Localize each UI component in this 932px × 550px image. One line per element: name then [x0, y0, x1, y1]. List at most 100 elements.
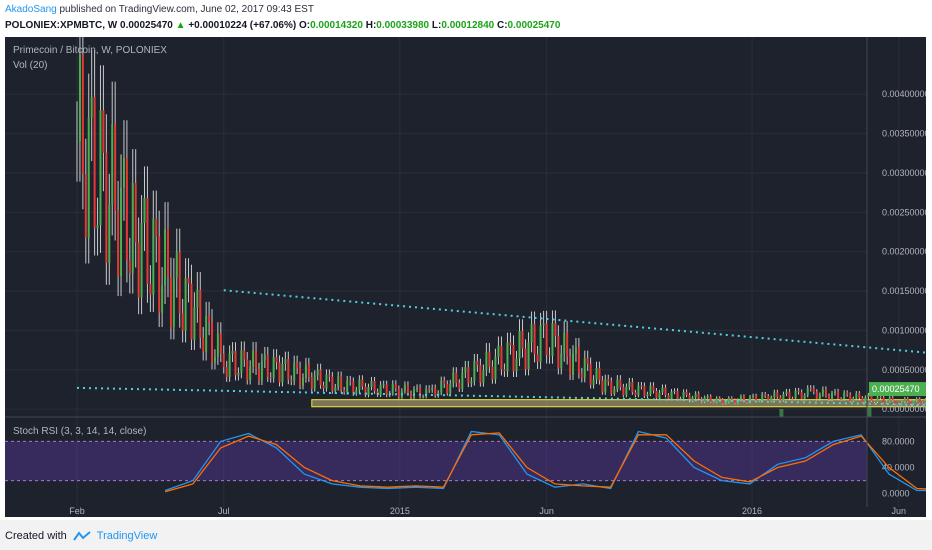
- candle-body: [263, 355, 266, 361]
- volume-bar: [867, 407, 872, 417]
- candle-body: [542, 323, 545, 326]
- chart-area[interactable]: 80.0000 40.0000 0.0000 0.00400000 0.0035000…: [5, 1, 932, 517]
- candle-body: [213, 357, 216, 363]
- y-tick-label: 0.00200000: [882, 247, 926, 257]
- candle-body: [293, 362, 296, 381]
- candle-body: [837, 391, 840, 399]
- candle-body: [152, 219, 155, 295]
- candle-body: [334, 387, 337, 392]
- candle-body: [574, 347, 577, 354]
- candle-body: [721, 399, 724, 404]
- price-value: 0.00025470: [120, 20, 173, 31]
- candle-body: [137, 242, 140, 298]
- candle-body: [557, 336, 560, 369]
- candle-body: [858, 393, 861, 398]
- candle-body: [512, 345, 515, 372]
- tradingview-brand[interactable]: TradingView: [97, 530, 158, 542]
- candle-body: [655, 390, 658, 399]
- candle-body: [196, 289, 199, 308]
- candle-body: [888, 397, 891, 402]
- candle-body: [134, 183, 137, 243]
- candle-body: [219, 333, 222, 354]
- published-text: published on TradingView.com, June 02, 2…: [59, 4, 314, 15]
- candle-body: [178, 252, 181, 314]
- candle-body: [120, 187, 123, 277]
- candle-body: [319, 369, 322, 386]
- candle-body: [81, 54, 84, 175]
- candle-body: [610, 381, 613, 394]
- candle-body: [770, 397, 773, 402]
- candle-body: [325, 374, 328, 389]
- candle-body: [343, 389, 346, 393]
- candle-body: [352, 381, 355, 394]
- candle-body: [840, 398, 843, 400]
- candle-body: [310, 377, 313, 389]
- candle-body: [202, 337, 205, 352]
- y-tick-label: 0.00050000: [882, 365, 926, 375]
- candle-body: [290, 379, 293, 381]
- candle-body: [284, 359, 287, 364]
- candle-body: [661, 387, 664, 393]
- candle-body: [494, 356, 497, 380]
- candle-body: [428, 388, 431, 391]
- candle-body: [184, 277, 187, 331]
- candle-body: [818, 394, 821, 400]
- candle-body: [843, 392, 846, 400]
- candle-body: [815, 391, 818, 400]
- change-value: +0.00010224 (+67.06%): [188, 20, 297, 31]
- candle-body: [745, 400, 748, 403]
- candle-body: [706, 396, 709, 398]
- candle-body: [521, 330, 524, 349]
- candle-body: [246, 359, 249, 381]
- candle-body: [604, 379, 607, 393]
- candle-body: [527, 342, 530, 370]
- candle-body: [379, 384, 382, 395]
- candle-body: [255, 350, 258, 369]
- candle-body: [143, 198, 146, 224]
- author-link[interactable]: AkadoSang: [5, 4, 57, 15]
- chart-svg[interactable]: 80.000040.00000.0000 0.00400000 0.0035000…: [5, 1, 932, 517]
- candle-body: [697, 393, 700, 399]
- created-with: Created with TradingView: [5, 530, 157, 542]
- candle-body: [155, 219, 158, 237]
- candle-body: [509, 342, 512, 346]
- candle-body: [257, 368, 260, 381]
- y-tick-label: 0.00000000: [882, 404, 926, 414]
- candle-body: [879, 396, 882, 398]
- candle-body: [855, 393, 858, 399]
- candle-body: [616, 379, 619, 390]
- candle-body: [580, 373, 583, 378]
- stoch-rsi-pane: 80.000040.00000.0000: [5, 430, 932, 499]
- candle-body: [500, 345, 503, 370]
- candle-body: [346, 380, 349, 393]
- candle-body: [328, 374, 331, 377]
- candle-body: [413, 389, 416, 398]
- candle-body: [440, 380, 443, 393]
- candle-body: [767, 396, 770, 402]
- candle-body: [601, 380, 604, 393]
- candle-body: [876, 396, 879, 402]
- publish-line: AkadoSang published on TradingView.com, …: [5, 4, 314, 15]
- candle-body: [634, 392, 637, 396]
- candle-body: [117, 210, 120, 277]
- candle-body: [443, 380, 446, 385]
- candle-body: [782, 393, 785, 401]
- candle-body: [409, 392, 412, 398]
- close-label: C:: [496, 20, 508, 31]
- candle-body: [482, 370, 485, 383]
- created-with-text: Created with: [5, 530, 67, 542]
- candle-body: [834, 391, 837, 394]
- candle-body: [175, 252, 178, 278]
- candle-body: [785, 391, 788, 394]
- candle-body: [237, 372, 240, 376]
- candle-body: [755, 395, 758, 402]
- candle-body: [391, 384, 394, 394]
- candle-body: [485, 351, 488, 371]
- candle-body: [506, 342, 509, 372]
- stoch-rsi-label: Stoch RSI (3, 3, 14, 14, close): [13, 426, 146, 437]
- candle-body: [140, 223, 143, 298]
- candle-body: [304, 364, 307, 378]
- candle-body: [915, 398, 918, 401]
- candle-body: [349, 380, 352, 382]
- candle-body: [652, 385, 655, 391]
